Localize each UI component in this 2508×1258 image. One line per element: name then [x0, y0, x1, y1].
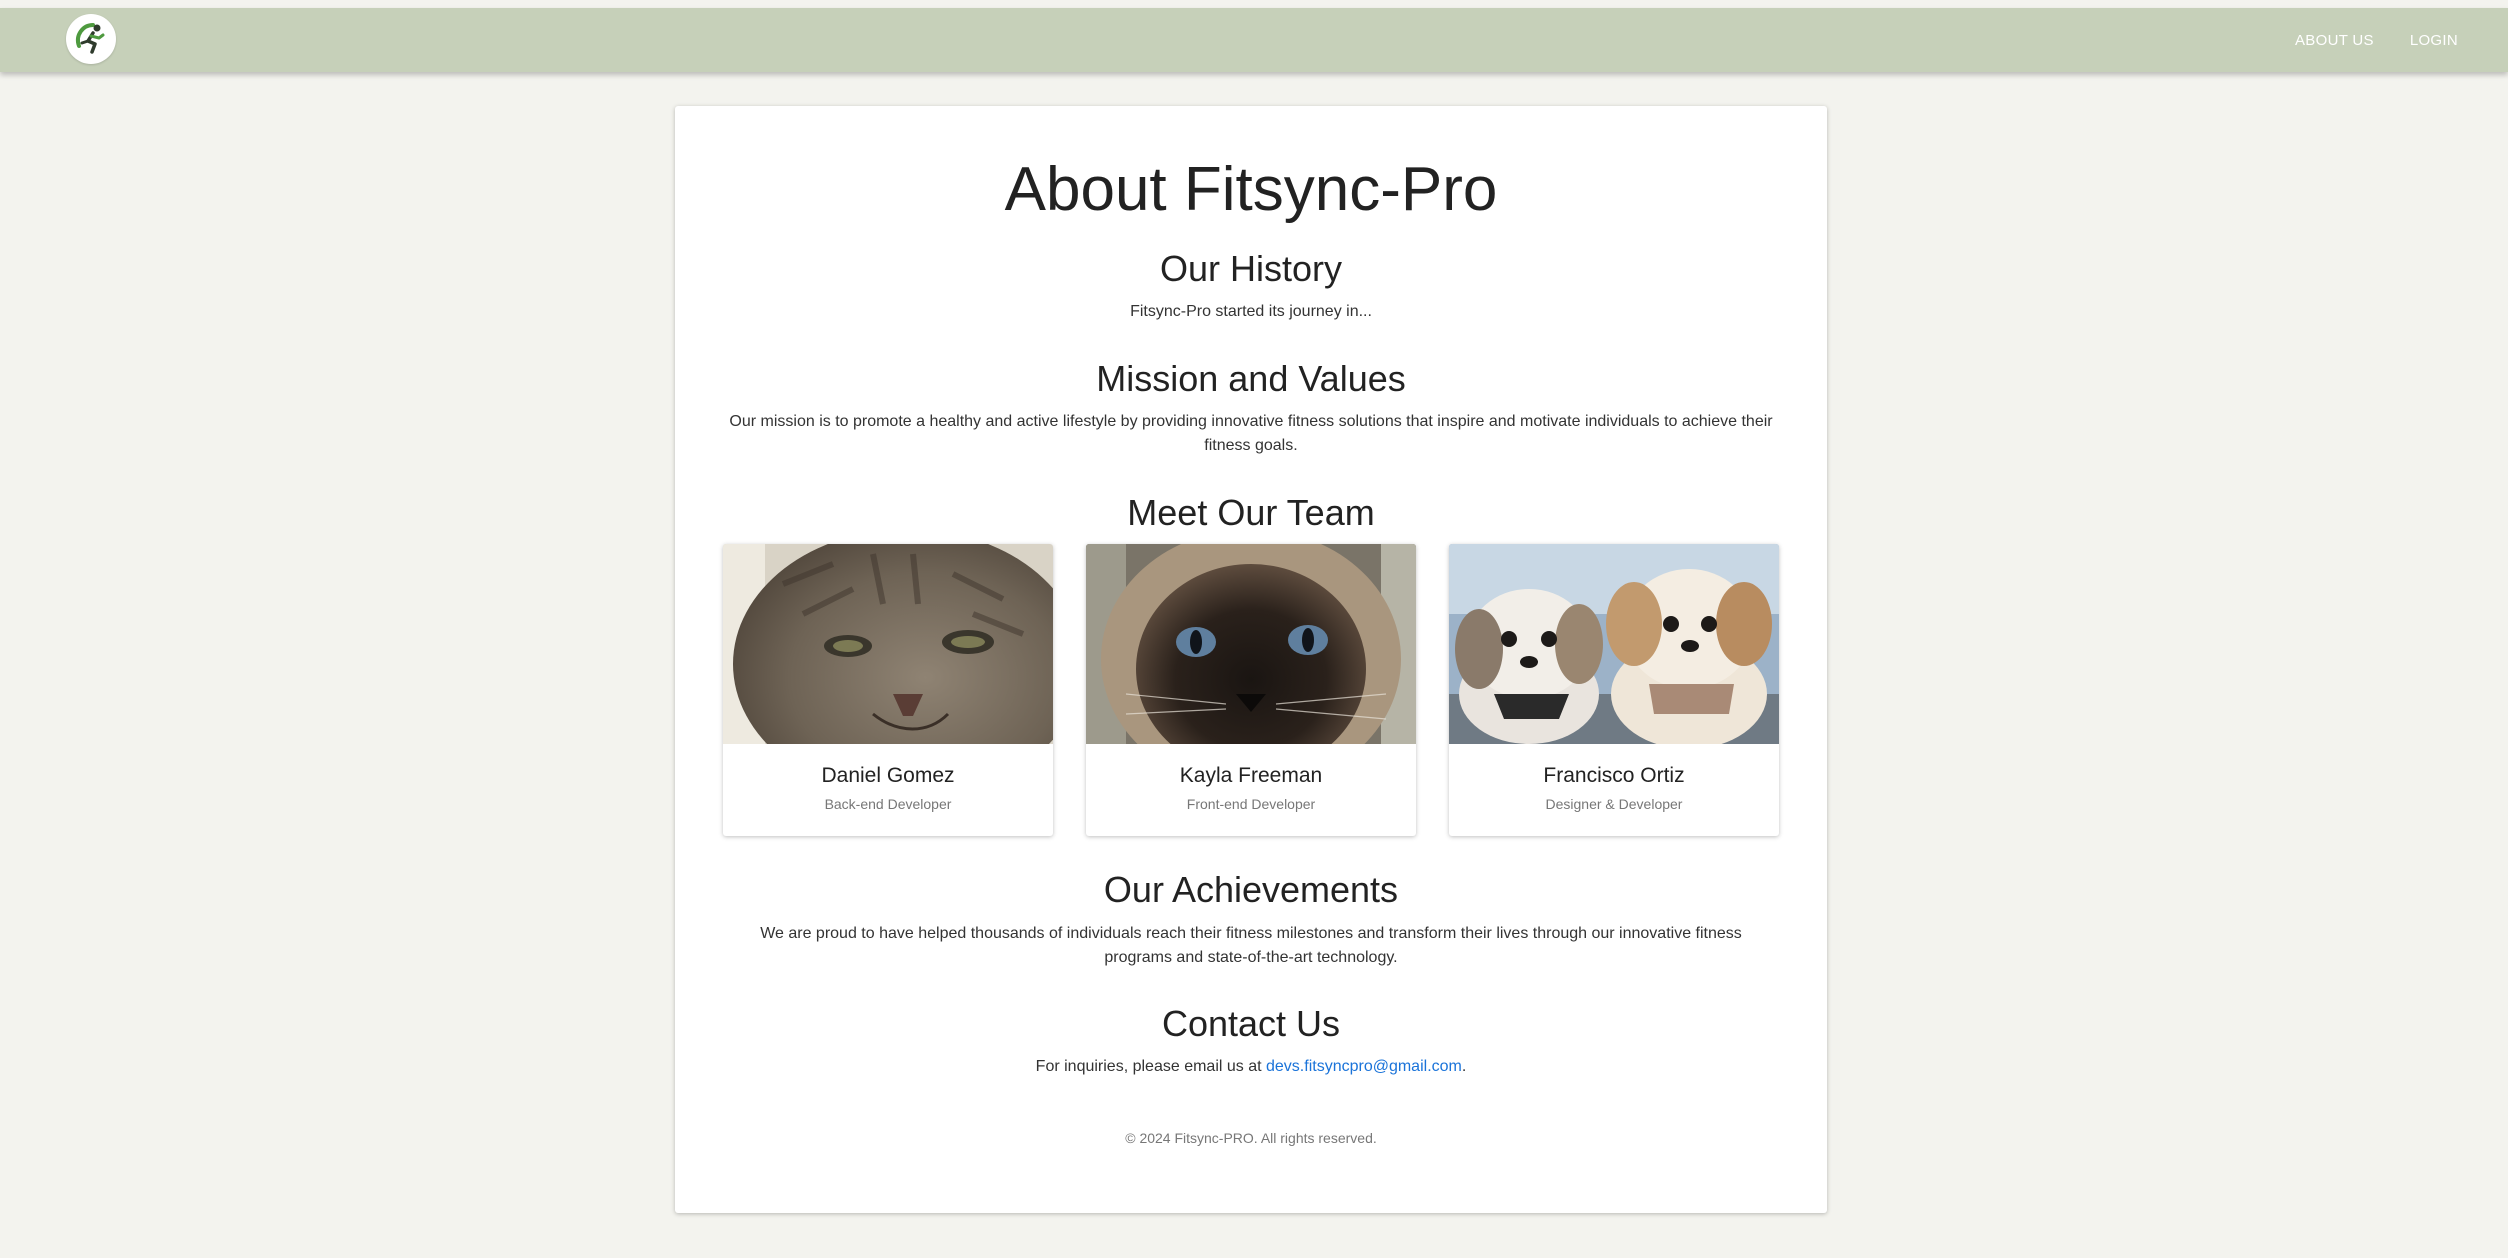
member-role: Back-end Developer: [824, 796, 952, 812]
contact-suffix: .: [1461, 1058, 1467, 1075]
achievements-heading: Our Achievements: [1103, 869, 1399, 910]
member-role: Front-end Developer: [1186, 796, 1316, 812]
contact-text: For inquiries, please email us at devs.f…: [725, 1055, 1777, 1079]
contact-prefix: For inquiries, please email us at: [1035, 1058, 1266, 1075]
mission-heading: Mission and Values: [1096, 358, 1406, 399]
contact-heading: Contact Us: [1161, 1003, 1341, 1044]
team-member-card[interactable]: Francisco Ortiz Designer & Developer: [1449, 544, 1779, 836]
member-photo: [1449, 544, 1779, 744]
team-member-card[interactable]: Kayla Freeman Front-end Developer: [1086, 544, 1416, 836]
team-heading: Meet Our Team: [1127, 492, 1375, 533]
mission-text: Our mission is to promote a healthy and …: [729, 413, 1773, 454]
nav-links: ABOUT US LOGIN: [2295, 8, 2458, 72]
about-card: About Fitsync-Pro Our History Fitsync-Pr…: [675, 106, 1827, 1213]
footer-copyright: © 2024 Fitsync-PRO. All rights reserved.: [1125, 1130, 1377, 1146]
member-photo: [723, 544, 1053, 744]
member-name: Daniel Gomez: [821, 764, 955, 787]
page-title: About Fitsync-Pro: [1004, 155, 1498, 224]
contact-email-link[interactable]: devs.fitsyncpro@gmail.com: [1266, 1058, 1462, 1075]
member-name: Kayla Freeman: [1179, 764, 1323, 787]
top-navbar: ABOUT US LOGIN: [0, 8, 2508, 72]
team-member-card[interactable]: Daniel Gomez Back-end Developer: [723, 544, 1053, 836]
nav-login-link[interactable]: LOGIN: [2410, 32, 2458, 49]
runner-logo-icon[interactable]: [66, 14, 116, 64]
member-name: Francisco Ortiz: [1543, 764, 1685, 787]
member-role: Designer & Developer: [1545, 796, 1683, 812]
history-heading: Our History: [1159, 248, 1343, 289]
team-cards: Daniel Gomez Back-end Developer Kayla Fr…: [723, 544, 1779, 836]
achievements-text: We are proud to have helped thousands of…: [760, 925, 1742, 966]
history-text: Fitsync-Pro started its journey in...: [1130, 303, 1372, 320]
nav-about-us-link[interactable]: ABOUT US: [2295, 32, 2374, 49]
member-photo: [1086, 544, 1416, 744]
